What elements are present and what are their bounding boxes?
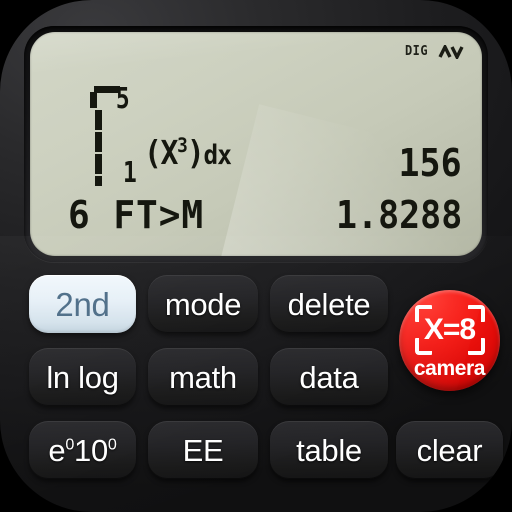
differential-dx: dx xyxy=(203,140,231,171)
integrand-open: (X xyxy=(144,133,178,172)
lcd-status-bar: DIG xyxy=(404,42,464,61)
key-exp-base-e: e xyxy=(48,432,66,468)
dig-indicator: DIG xyxy=(405,44,429,59)
key-data[interactable]: data xyxy=(270,348,388,406)
camera-caption-label: camera xyxy=(413,357,486,380)
key-mode[interactable]: mode xyxy=(148,275,258,333)
key-ee[interactable]: EE xyxy=(148,421,258,479)
viewfinder-frame-icon: X=8 xyxy=(414,305,485,355)
integrand-exponent: 3 xyxy=(177,134,188,157)
key-exp-sup-1: 0 xyxy=(65,435,75,454)
key-delete[interactable]: delete xyxy=(270,275,388,333)
camera-equation-label: X=8 xyxy=(423,313,476,346)
key-ln-log-label: ln log xyxy=(46,359,119,395)
key-table[interactable]: table xyxy=(270,421,388,479)
lcd-display[interactable]: DIG 5 (X3)dx 1 156 6 FT>M 1.8288 xyxy=(30,32,482,256)
integrand-close: ) xyxy=(186,133,205,172)
key-math-label: math xyxy=(169,359,237,395)
key-exp-pow[interactable]: e0100 xyxy=(29,421,136,479)
calculator-app-icon: DIG 5 (X3)dx 1 156 6 FT>M 1.8288 2nd mod… xyxy=(0,0,512,512)
key-2nd[interactable]: 2nd xyxy=(29,275,136,333)
conversion-label: 6 FT>M xyxy=(68,193,205,237)
key-2nd-label: 2nd xyxy=(55,285,110,323)
integrand-expression: (X3)dx xyxy=(144,133,232,172)
key-exp-base-10: 10 xyxy=(74,432,108,468)
key-ln-log[interactable]: ln log xyxy=(29,348,136,406)
key-mode-label: mode xyxy=(164,286,242,322)
key-ee-label: EE xyxy=(182,432,224,468)
integral-lower-limit: 1 xyxy=(122,156,137,190)
camera-button[interactable]: X=8 camera xyxy=(399,290,500,391)
result-primary: 156 xyxy=(398,141,462,185)
key-delete-label: delete xyxy=(287,286,371,322)
keypad: 2nd mode delete ln log math data X=8 cam… xyxy=(0,268,512,512)
key-clear-label: clear xyxy=(416,432,483,468)
integral-lower-limit-wrap: 1 xyxy=(82,80,142,192)
key-clear[interactable]: clear xyxy=(396,421,503,479)
result-secondary: 1.8288 xyxy=(335,193,462,237)
key-math[interactable]: math xyxy=(148,348,258,406)
up-down-chevron-icon xyxy=(438,42,464,61)
screen-bezel: DIG 5 (X3)dx 1 156 6 FT>M 1.8288 xyxy=(24,26,488,262)
key-data-label: data xyxy=(299,359,359,395)
key-exp-pow-label: e0100 xyxy=(48,435,116,466)
key-exp-sup-2: 0 xyxy=(107,435,117,454)
key-table-label: table xyxy=(296,432,362,468)
